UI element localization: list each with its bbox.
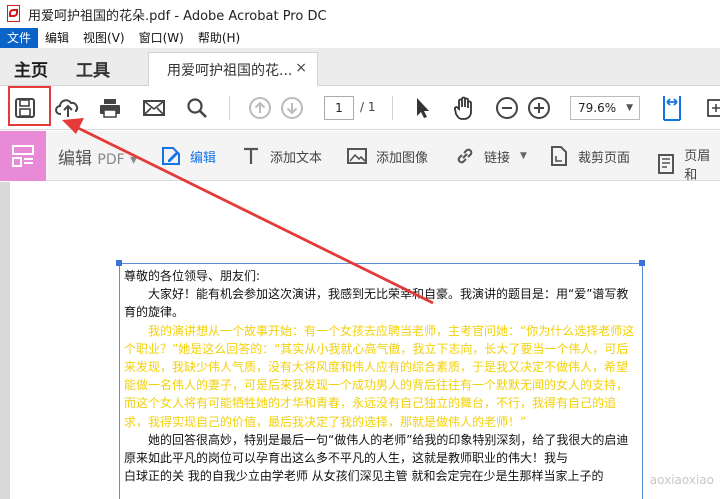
paragraph-1: 大家好！能有机会参加这次演讲，我感到无比荣幸和自豪。我演讲的题目是：用“爱”谱写…: [124, 287, 629, 320]
more-tools-icon[interactable]: [700, 94, 720, 122]
tab-bar: 主页 工具 用爱呵护祖国的花... ×: [0, 48, 720, 86]
paragraph-3-continued: 白球正的关 我的自我少立由学老师 从女孩们深见主管 就和会定完在少是生那样当家上…: [124, 469, 604, 484]
header-footer-label: 页眉和: [684, 149, 711, 183]
link-label: 链接: [484, 150, 511, 166]
menu-help[interactable]: 帮助(H): [191, 28, 247, 48]
menu-bar: 文件 编辑 视图(V) 窗口(W) 帮助(H): [0, 28, 720, 48]
close-tab-icon[interactable]: ×: [295, 60, 307, 76]
prev-page-icon[interactable]: [246, 94, 274, 122]
left-panel-edge[interactable]: [0, 182, 10, 499]
menu-edit[interactable]: 编辑: [38, 28, 76, 48]
image-icon: [346, 145, 368, 167]
toolbar-divider: [392, 96, 393, 120]
edit-pdf-toolbar: 编辑 PDF ▾ 编辑 添加文本 添加图像 链接 ▼ 裁剪页面 页眉和: [0, 131, 720, 183]
next-page-icon[interactable]: [278, 94, 306, 122]
paragraph-2: 我的演讲想从一个故事开始：有一个女孩去应聘当老师，主考官问她：“你为什么选择老师…: [124, 323, 635, 429]
text-icon: [240, 145, 262, 167]
add-text-label: 添加文本: [270, 150, 323, 166]
tab-home[interactable]: 主页: [14, 56, 48, 81]
zoom-select[interactable]: 79.6% ▼: [570, 96, 640, 120]
zoom-value: 79.6%: [578, 101, 617, 115]
title-bar: 用爱呵护祖国的花朵.pdf - Adobe Acrobat Pro DC: [0, 0, 720, 28]
print-icon[interactable]: [96, 94, 124, 122]
chevron-down-icon: ▼: [626, 103, 633, 113]
watermark-text: aoxiaoxiao: [649, 473, 714, 487]
add-image-label: 添加图像: [376, 150, 429, 166]
salutation-text: 尊敬的各位领导、朋友们:: [124, 269, 261, 283]
page-total: / 1: [360, 100, 376, 114]
hand-icon[interactable]: [450, 94, 478, 122]
chevron-down-icon[interactable]: ▼: [520, 151, 527, 161]
tab-tools[interactable]: 工具: [76, 56, 110, 81]
link-icon: [454, 145, 476, 167]
menu-file[interactable]: 文件: [0, 28, 39, 48]
upload-icon[interactable]: [54, 94, 82, 122]
edit-text-icon: [160, 145, 182, 167]
crop-icon: [548, 145, 570, 167]
tab-document[interactable]: 用爱呵护祖国的花... ×: [148, 52, 318, 86]
select-icon[interactable]: [408, 94, 436, 122]
editable-text-block[interactable]: 尊敬的各位领导、朋友们: 大家好！能有机会参加这次演讲，我感到无比荣幸和自豪。我…: [119, 263, 643, 499]
edit-tool-label: 编辑: [190, 150, 217, 166]
zoom-in-icon[interactable]: [525, 94, 553, 122]
edit-tool-button[interactable]: 编辑: [160, 145, 216, 167]
toolbar-divider: [229, 96, 230, 120]
header-footer-button[interactable]: 页眉和: [656, 145, 720, 183]
crop-pages-button[interactable]: 裁剪页面: [548, 145, 630, 167]
window-title: 用爱呵护祖国的花朵.pdf - Adobe Acrobat Pro DC: [28, 8, 327, 24]
main-toolbar: 1 / 1 79.6% ▼: [0, 86, 720, 130]
acrobat-pdf-icon: [6, 5, 22, 23]
save-highlight-box: [8, 86, 51, 126]
link-button[interactable]: 链接 ▼: [454, 145, 527, 167]
menu-window[interactable]: 窗口(W): [132, 28, 191, 48]
document-tab-label: 用爱呵护祖国的花...: [167, 62, 293, 79]
resize-handle[interactable]: [639, 260, 645, 266]
email-icon[interactable]: [140, 94, 168, 122]
add-text-button[interactable]: 添加文本: [240, 145, 322, 167]
edit-pdf-title: 编辑 PDF ▾: [58, 149, 138, 169]
fit-width-icon[interactable]: [658, 94, 686, 122]
search-icon[interactable]: [183, 94, 211, 122]
header-footer-icon: [656, 153, 676, 175]
resize-handle[interactable]: [116, 260, 122, 266]
paragraph-3: 她的回答很高妙，特别是最后一句“做伟人的老师”给我的印象特别深刻，给了我很大的启…: [124, 432, 629, 466]
zoom-out-icon[interactable]: [493, 94, 521, 122]
menu-view[interactable]: 视图(V): [76, 28, 132, 48]
page-number-input[interactable]: 1: [324, 96, 354, 120]
crop-pages-label: 裁剪页面: [578, 150, 631, 166]
edit-pdf-panel-icon[interactable]: [0, 131, 46, 181]
add-image-button[interactable]: 添加图像: [346, 145, 428, 167]
